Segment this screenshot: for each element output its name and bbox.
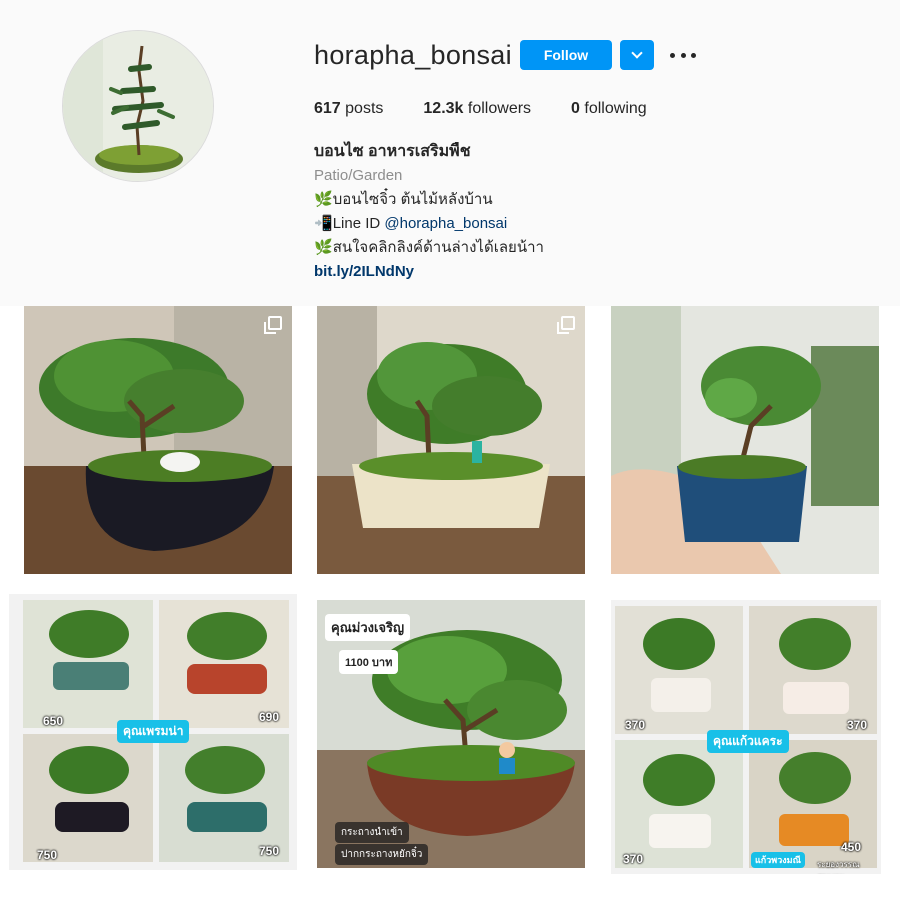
price-label: 370 [623,852,644,866]
followers-stat[interactable]: 12.3k followers [423,100,531,118]
follow-button[interactable]: Follow [520,40,612,70]
post-tile-6[interactable]: 370 370 370 450 คุณแก้วแคระ แก้วพวงมณี ร… [611,600,881,874]
price-label: 690 [259,710,280,724]
buyer-title-label: คุณม่วงเจริญ [325,614,411,641]
post-tile-3[interactable] [611,306,879,574]
price-label: 650 [43,714,64,728]
buyer-name-tag: คุณแก้วแคระ [707,730,789,753]
bonsai-avatar-image [63,31,213,181]
price-label: 370 [625,718,646,732]
posts-count: 617 [314,100,341,117]
profile-stats: 617 posts 12.3k followers 0 following [314,100,687,118]
multiple-photos-icon [264,316,282,334]
profile-category: Patio/Garden [314,167,403,184]
posts-grid: 650 690 750 750 คุณเพรมน่า คุณม่วงเจริญ … [0,306,900,900]
following-label: following [584,100,647,117]
buyer-name-tag: คุณเพรมน่า [117,720,190,743]
bonsai-photo [317,306,585,574]
profile-avatar[interactable] [62,30,214,182]
post-tile-5[interactable]: คุณม่วงเจริญ 1100 บาท กระถางนำเข้า ปากกร… [317,600,585,868]
pot-note-label: ปากกระถางหยักจิ๋ว [335,844,429,865]
posts-stat: 617 posts [314,100,383,118]
suggested-accounts-button[interactable] [620,40,654,70]
price-label: 450 [841,840,862,854]
followers-count: 12.3k [423,100,464,117]
dot-icon [670,52,675,58]
profile-bio: บอนไซ อาหารเสริมพืช Patio/Garden 🌿บอนไซจ… [314,140,544,284]
following-stat[interactable]: 0 following [571,100,647,118]
profile-header: horapha_bonsai Follow 617 posts 12.3k fo… [0,0,900,320]
bio-line-3-text: สนใจคลิกลิงค์ด้านล่างได้เลยน้าา [332,239,544,256]
dot-icon [680,52,686,58]
multiple-photos-icon [557,316,575,334]
bonsai-photo [24,306,292,574]
price-label: 750 [259,844,280,858]
dot-icon [691,52,696,58]
bio-line-3: 🌿สนใจคลิกลิงค์ด้านล่างได้เลยน้าา [314,236,544,260]
bio-line-1: 🌿บอนไซจิ๋ว ต้นไม้หลังบ้าน [314,188,544,212]
leaf-icon: 🌿 [314,191,333,208]
price-label: 1100 บาท [339,650,399,674]
following-count: 0 [571,100,580,117]
post-tile-4[interactable]: 650 690 750 750 คุณเพรมน่า [9,594,297,870]
followers-label: followers [467,100,532,117]
bio-line-2-text: Line ID [332,215,385,232]
bio-line-1-text: บอนไซจิ๋ว ต้นไม้หลังบ้าน [332,191,493,208]
bio-external-link[interactable]: bit.ly/2ILNdNy [314,260,544,284]
pot-note-label: กระถางนำเข้า [335,822,409,843]
bio-line-2: 📲Line ID @horapha_bonsai [314,212,544,236]
bonsai-photo [611,306,879,574]
profile-full-name: บอนไซ อาหารเสริมพืช [314,143,471,160]
post-tile-2[interactable] [317,306,585,574]
line-id-mention[interactable]: @horapha_bonsai [384,215,507,232]
shop-watermark: ระยองวรรณสวยงาม [817,860,860,874]
leaf-icon: 🌿 [314,239,333,256]
price-label: 750 [37,848,58,862]
post-tile-1[interactable] [24,306,292,574]
profile-username: horapha_bonsai [314,40,512,70]
posts-label: posts [345,100,384,117]
chevron-down-icon [631,47,643,59]
more-options-button[interactable] [670,44,696,66]
pot-note-label: แก้วพวงมณี [751,852,805,868]
price-label: 370 [847,718,868,732]
phone-icon: 📲 [314,215,333,232]
